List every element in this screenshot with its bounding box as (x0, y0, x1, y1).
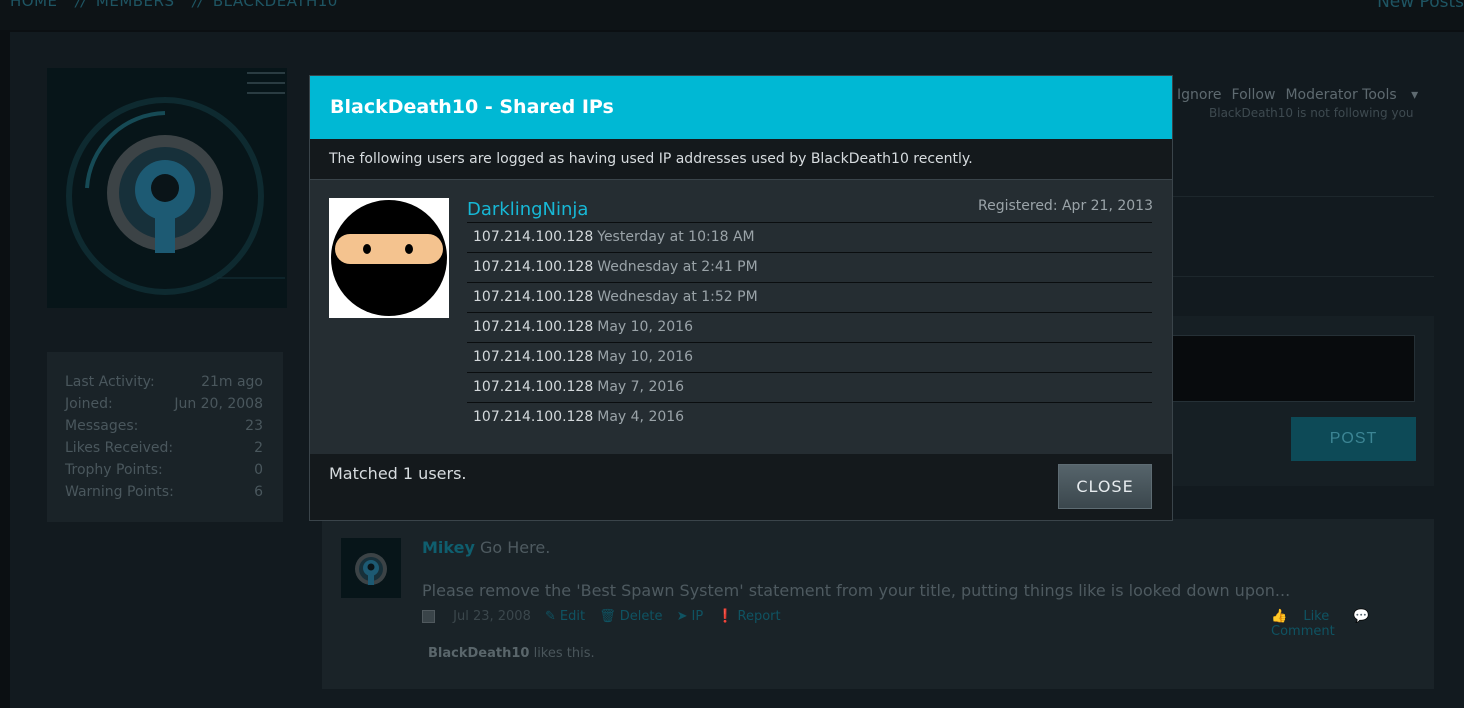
list-item: 107.214.100.128 May 7, 2016 (467, 372, 1152, 402)
divider (1172, 276, 1434, 277)
list-item: 107.214.100.128 Wednesday at 1:52 PM (467, 282, 1152, 312)
post-date[interactable]: Jul 23, 2008 (453, 609, 531, 624)
stat-trophy-points: Trophy Points: 0 (65, 462, 263, 478)
post-headline: Go Here. (480, 538, 551, 557)
list-item: 107.214.100.128 Wednesday at 2:41 PM (467, 252, 1152, 282)
caret-down-icon: ▾ (1411, 87, 1419, 103)
modal-footer: Matched 1 users. CLOSE (310, 454, 1172, 520)
avatar[interactable] (341, 538, 401, 598)
list-item: 107.214.100.128 Yesterday at 10:18 AM (467, 222, 1152, 252)
post-header: Mikey Go Here. (422, 538, 550, 557)
likes-summary: BlackDeath10 likes this. (428, 646, 595, 661)
alert-icon: ❗ (717, 609, 734, 624)
post-body: Please remove the 'Best Spawn System' st… (422, 581, 1291, 600)
post-actions: 👍 Like 💬 Comment (1271, 609, 1464, 639)
list-item: 107.214.100.128 May 10, 2016 (467, 312, 1152, 342)
new-posts-link[interactable]: New Posts (1377, 0, 1464, 12)
breadcrumb-home[interactable]: HOME (10, 0, 58, 10)
divider (1172, 196, 1434, 197)
trash-icon: 🗑 (599, 609, 616, 624)
shared-ips-modal: BlackDeath10 - Shared IPs The following … (309, 75, 1173, 521)
list-item: 107.214.100.128 May 10, 2016 (467, 342, 1152, 372)
follow-note: BlackDeath10 is not following you (1209, 106, 1414, 120)
close-button[interactable]: CLOSE (1058, 464, 1152, 509)
stat-warning-points: Warning Points: 6 (65, 484, 263, 500)
post-author-link[interactable]: Mikey (422, 538, 475, 557)
profile-avatar (47, 68, 287, 308)
stat-messages: Messages: 23 (65, 418, 263, 434)
ip-link[interactable]: ➤ IP (677, 609, 704, 624)
comment-icon: 💬 (1353, 609, 1370, 624)
ignore-link[interactable]: Ignore (1177, 87, 1222, 103)
matched-count: Matched 1 users. (329, 464, 467, 483)
list-item: 107.214.100.128 May 4, 2016 (467, 402, 1152, 432)
modal-description: The following users are logged as having… (310, 139, 1172, 180)
stat-joined: Joined: Jun 20, 2008 (65, 396, 263, 412)
moderator-tools-menu[interactable]: Moderator Tools ▾ (1285, 87, 1428, 103)
edit-link[interactable]: ✎ Edit (545, 609, 585, 624)
modal-header: BlackDeath10 - Shared IPs (310, 76, 1172, 139)
profile-actions: Ignore Follow Moderator Tools ▾ (1177, 87, 1438, 103)
likes-user-link[interactable]: BlackDeath10 (428, 646, 529, 661)
breadcrumb-members[interactable]: MEMBERS (96, 0, 175, 10)
report-link[interactable]: ❗ Report (717, 609, 780, 624)
reply-textarea[interactable] (1172, 335, 1415, 402)
breadcrumb: HOME// MEMBERS// BLACKDEATH10 (10, 0, 356, 10)
pencil-icon: ✎ (545, 609, 556, 624)
user-avatar[interactable] (329, 198, 449, 318)
profile-stats: Last Activity: 21m ago Joined: Jun 20, 200… (47, 352, 283, 522)
breadcrumb-user[interactable]: BLACKDEATH10 (213, 0, 338, 10)
stat-last-activity: Last Activity: 21m ago (65, 374, 263, 390)
delete-link[interactable]: 🗑 Delete (599, 609, 662, 624)
stat-likes-received: Likes Received: 2 (65, 440, 263, 456)
ip-list: 107.214.100.128 Yesterday at 10:18 AM 107… (467, 222, 1152, 432)
thumbs-up-icon: 👍 (1271, 609, 1288, 624)
modal-title: BlackDeath10 - Shared IPs (330, 96, 614, 118)
shared-user-link[interactable]: DarklingNinja (467, 199, 588, 220)
post-button[interactable]: POST (1291, 417, 1416, 461)
arrow-icon: ➤ (676, 609, 688, 624)
registered-date: Registered: Apr 21, 2013 (977, 198, 1153, 214)
like-link[interactable]: 👍 Like (1271, 609, 1341, 624)
select-checkbox[interactable] (422, 610, 435, 623)
post-meta: Jul 23, 2008 ✎ Edit 🗑 Delete ➤ IP ❗ Report (422, 609, 781, 624)
ninja-avatar-icon (329, 198, 449, 318)
follow-link[interactable]: Follow (1232, 87, 1276, 103)
top-navigation: HOME// MEMBERS// BLACKDEATH10 New Posts (0, 0, 1464, 30)
